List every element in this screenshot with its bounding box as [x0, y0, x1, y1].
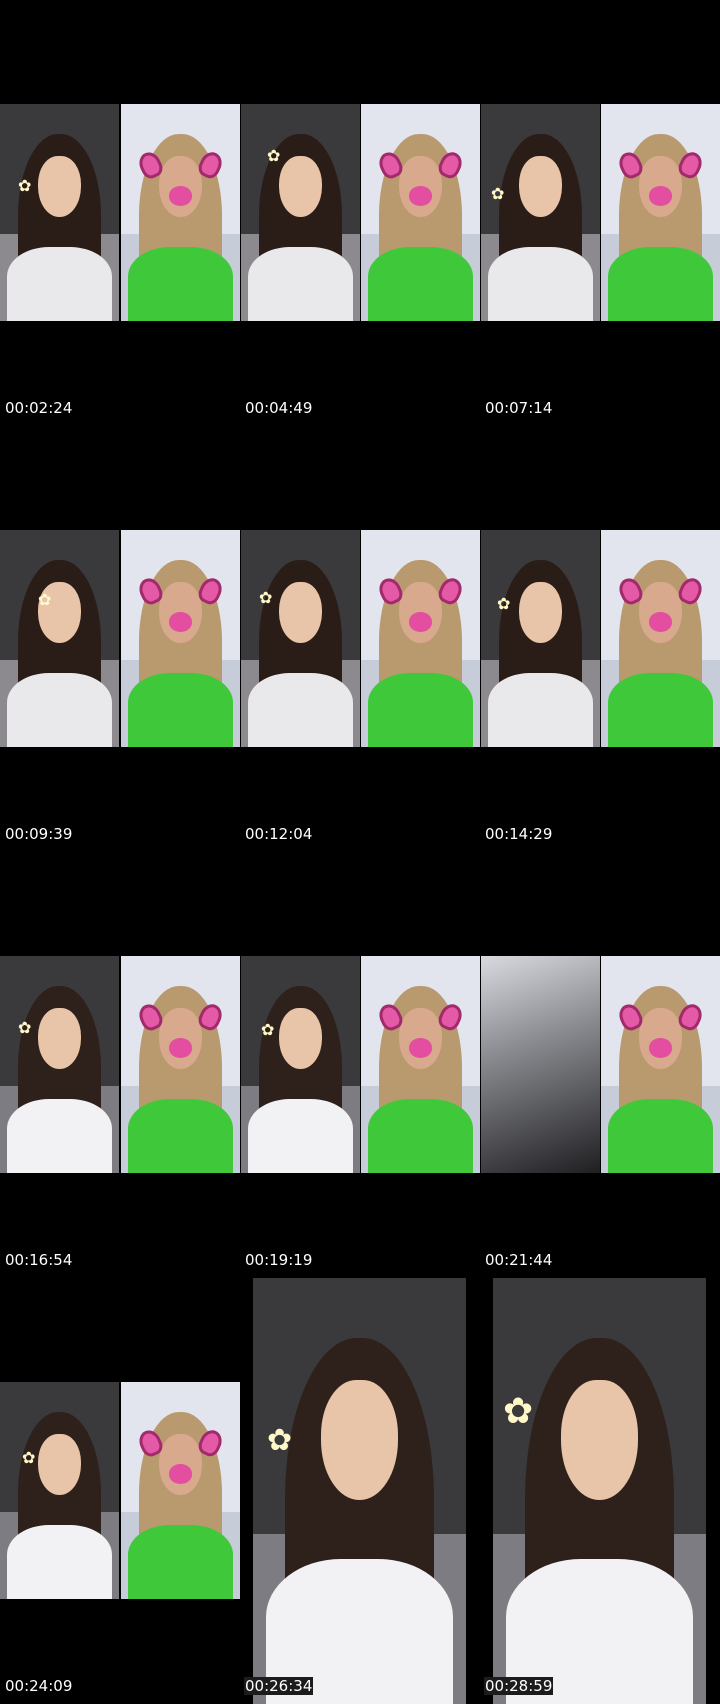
video-thumbnail[interactable]	[481, 956, 600, 1173]
flower-icon: ✿	[259, 588, 273, 607]
flower-icon: ✿	[18, 1018, 32, 1037]
video-thumbnail[interactable]: ✿	[0, 530, 119, 747]
flower-icon: ✿	[497, 594, 511, 613]
video-thumbnail-large[interactable]: ✿	[253, 1278, 466, 1704]
video-thumbnail[interactable]	[361, 956, 480, 1173]
flower-icon: ✿	[267, 1423, 293, 1458]
video-thumbnail[interactable]: ✿	[241, 956, 360, 1173]
video-thumbnail[interactable]	[601, 530, 720, 747]
timestamp-label: 00:04:49	[245, 399, 313, 417]
video-thumbnail[interactable]	[121, 530, 240, 747]
video-thumbnail[interactable]: ✿	[481, 104, 600, 321]
flower-icon: ✿	[22, 1448, 36, 1467]
timestamp-label: 00:16:54	[5, 1251, 73, 1269]
flower-icon: ✿	[261, 1020, 275, 1039]
video-thumbnail[interactable]	[121, 1382, 240, 1599]
video-thumbnail[interactable]	[601, 104, 720, 321]
video-thumbnail[interactable]: ✿	[0, 956, 119, 1173]
video-thumbnail[interactable]: ✿	[241, 104, 360, 321]
timestamp-label: 00:02:24	[5, 399, 73, 417]
timestamp-label: 00:07:14	[485, 399, 553, 417]
video-thumbnail[interactable]: ✿	[241, 530, 360, 747]
flower-icon: ✿	[38, 590, 52, 609]
timestamp-label: 00:09:39	[5, 825, 73, 843]
timestamp-label: 00:21:44	[485, 1251, 553, 1269]
flower-icon: ✿	[18, 176, 32, 195]
flower-icon: ✿	[267, 146, 281, 165]
video-thumbnail[interactable]	[361, 104, 480, 321]
video-thumbnail-large[interactable]: ✿	[493, 1278, 706, 1704]
video-thumbnail[interactable]: ✿	[481, 530, 600, 747]
video-thumbnail[interactable]	[121, 104, 240, 321]
video-thumbnail[interactable]: ✿	[0, 1382, 119, 1599]
timestamp-label: 00:19:19	[245, 1251, 313, 1269]
timestamp-label: 00:24:09	[5, 1677, 73, 1695]
video-thumbnail[interactable]	[361, 530, 480, 747]
contact-sheet: ✿ ✿ ✿ 00:02:24 00:04:49 00:07:14 ✿ ✿ ✿ 0…	[0, 0, 720, 1704]
timestamp-label: 00:26:34	[244, 1677, 314, 1695]
video-thumbnail[interactable]: ✿	[0, 104, 119, 321]
flower-icon: ✿	[503, 1391, 534, 1432]
video-thumbnail[interactable]	[121, 956, 240, 1173]
video-thumbnail[interactable]	[601, 956, 720, 1173]
flower-icon: ✿	[491, 184, 505, 203]
timestamp-label: 00:28:59	[484, 1677, 554, 1695]
timestamp-label: 00:12:04	[245, 825, 313, 843]
timestamp-label: 00:14:29	[485, 825, 553, 843]
